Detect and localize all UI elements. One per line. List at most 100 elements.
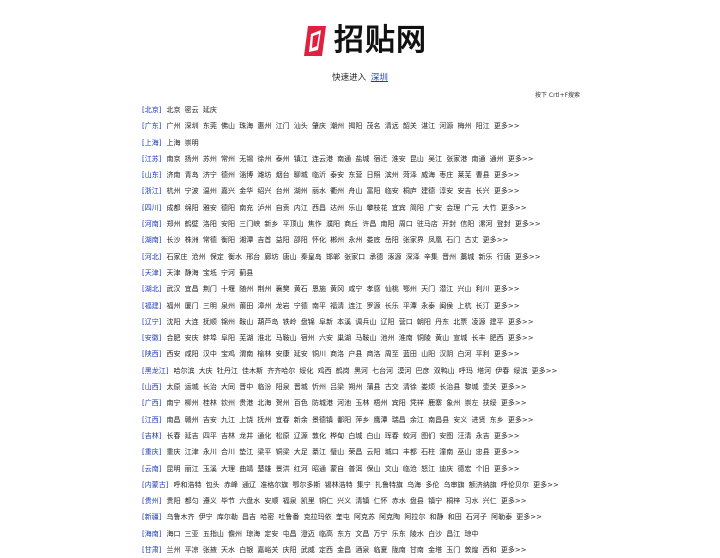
city-link[interactable]: 仙桃 — [385, 285, 399, 293]
city-link[interactable]: 临夏 — [374, 546, 388, 554]
city-link[interactable]: 咸宁 — [348, 285, 362, 293]
city-link[interactable]: 鹿寨 — [428, 399, 442, 407]
city-link[interactable]: 桂林 — [203, 399, 217, 407]
city-link[interactable]: 儋州 — [228, 530, 242, 538]
more-link[interactable]: 更多>> — [494, 285, 520, 293]
city-link[interactable]: 呼玛 — [459, 367, 473, 375]
city-link[interactable]: 三亚 — [185, 530, 199, 538]
region-link[interactable]: [天津] — [142, 269, 161, 277]
city-link[interactable]: 湘潭 — [239, 236, 253, 244]
city-link[interactable]: 吉安 — [203, 416, 217, 424]
city-link[interactable]: 自贡 — [276, 204, 290, 212]
city-link[interactable]: 大同 — [221, 383, 235, 391]
city-link[interactable]: 盘县 — [410, 497, 424, 505]
city-link[interactable]: 福泉 — [283, 497, 297, 505]
city-link[interactable]: 龙井 — [239, 432, 253, 440]
city-link[interactable]: 东营 — [348, 171, 362, 179]
city-link[interactable]: 阿克苏 — [354, 513, 375, 521]
city-link[interactable]: 东莞 — [203, 122, 217, 130]
city-link[interactable]: 古交 — [385, 383, 399, 391]
city-link[interactable]: 本溪 — [337, 318, 351, 326]
city-link[interactable]: 池州 — [381, 334, 395, 342]
city-link[interactable]: 象州 — [446, 399, 460, 407]
city-link[interactable]: 安顺 — [264, 497, 278, 505]
city-link[interactable]: 娄烦 — [421, 383, 435, 391]
city-link[interactable]: 珠海 — [239, 122, 253, 130]
region-link[interactable]: [上海] — [142, 139, 161, 147]
city-link[interactable]: 白城 — [348, 432, 362, 440]
city-link[interactable]: 兴仁 — [483, 497, 497, 505]
city-link[interactable]: 闽侯 — [439, 302, 453, 310]
city-link[interactable]: 芜湖 — [239, 334, 253, 342]
city-link[interactable]: 铜川 — [312, 350, 326, 358]
city-link[interactable]: 通州 — [490, 155, 504, 163]
city-link[interactable]: 抚州 — [257, 416, 271, 424]
city-link[interactable]: 垫江 — [239, 448, 253, 456]
city-link[interactable]: 克拉玛依 — [304, 513, 332, 521]
city-link[interactable]: 宁德 — [294, 302, 308, 310]
city-link[interactable]: 铜梁 — [276, 448, 290, 456]
city-link[interactable]: 定安 — [264, 530, 278, 538]
city-link[interactable]: 余江 — [410, 416, 424, 424]
city-link[interactable]: 汕头 — [294, 122, 308, 130]
city-link[interactable]: 延安 — [294, 350, 308, 358]
city-link[interactable]: 古丈 — [464, 236, 478, 244]
city-link[interactable]: 山阳 — [421, 350, 435, 358]
city-link[interactable]: 宾阳 — [392, 399, 406, 407]
city-link[interactable]: 桐梓 — [446, 497, 460, 505]
city-link[interactable]: 徐州 — [257, 155, 271, 163]
city-link[interactable]: 大足 — [294, 448, 308, 456]
city-link[interactable]: 登封 — [497, 220, 511, 228]
city-link[interactable]: 三门峡 — [239, 220, 260, 228]
city-link[interactable]: 十堰 — [221, 285, 235, 293]
city-link[interactable]: 延庆 — [203, 106, 217, 114]
city-link[interactable]: 罗源 — [367, 302, 381, 310]
city-link[interactable]: 凤凰 — [428, 236, 442, 244]
city-link[interactable]: 鸡西 — [318, 367, 332, 375]
city-link[interactable]: 安康 — [276, 350, 290, 358]
city-link[interactable]: 丽江 — [185, 465, 199, 473]
city-link[interactable]: 宣城 — [453, 334, 467, 342]
city-link[interactable]: 大庆 — [199, 367, 213, 375]
city-link[interactable]: 和静 — [430, 513, 444, 521]
city-link[interactable]: 崇明 — [185, 139, 199, 147]
city-link[interactable]: 济宁 — [203, 171, 217, 179]
city-link[interactable]: 湖州 — [294, 187, 308, 195]
city-link[interactable]: 焦作 — [308, 220, 322, 228]
city-link[interactable]: 嘉峪关 — [257, 546, 278, 554]
city-link[interactable]: 西和 — [483, 546, 497, 554]
city-link[interactable]: 菏泽 — [403, 171, 417, 179]
city-link[interactable]: 桦甸 — [330, 432, 344, 440]
city-link[interactable]: 周口 — [399, 220, 413, 228]
city-link[interactable]: 开封 — [442, 220, 456, 228]
city-link[interactable]: 吴江 — [428, 155, 442, 163]
city-link[interactable]: 西昌 — [312, 204, 326, 212]
city-link[interactable]: 玉溪 — [203, 465, 217, 473]
city-link[interactable]: 淄博 — [239, 171, 253, 179]
region-link[interactable]: [甘肃] — [142, 546, 161, 554]
city-link[interactable]: 贵港 — [239, 399, 253, 407]
city-link[interactable]: 会理 — [446, 204, 460, 212]
more-link[interactable]: 更多>> — [494, 171, 520, 179]
city-link[interactable]: 涿源 — [388, 253, 402, 261]
city-link[interactable]: 临安 — [385, 187, 399, 195]
city-link[interactable]: 黎城 — [464, 383, 478, 391]
more-link[interactable]: 更多>> — [508, 334, 534, 342]
city-link[interactable]: 哈密 — [260, 513, 274, 521]
city-link[interactable]: 南通 — [471, 155, 485, 163]
city-link[interactable]: 天津 — [166, 269, 180, 277]
city-link[interactable]: 南充 — [239, 204, 253, 212]
city-link[interactable]: 遵义 — [203, 497, 217, 505]
city-link[interactable]: 枣庄 — [439, 171, 453, 179]
city-link[interactable]: 扶绥 — [483, 399, 497, 407]
city-link[interactable]: 防城港 — [312, 399, 333, 407]
city-link[interactable]: 宁波 — [185, 187, 199, 195]
city-link[interactable]: 盐城 — [355, 155, 369, 163]
city-link[interactable]: 新乐 — [478, 253, 492, 261]
region-link[interactable]: [河北] — [142, 253, 161, 261]
city-link[interactable]: 珲春 — [385, 432, 399, 440]
city-link[interactable]: 上饶 — [239, 416, 253, 424]
city-link[interactable]: 进贤 — [471, 416, 485, 424]
city-link[interactable]: 湛江 — [421, 122, 435, 130]
city-link[interactable]: 晋州 — [442, 253, 456, 261]
